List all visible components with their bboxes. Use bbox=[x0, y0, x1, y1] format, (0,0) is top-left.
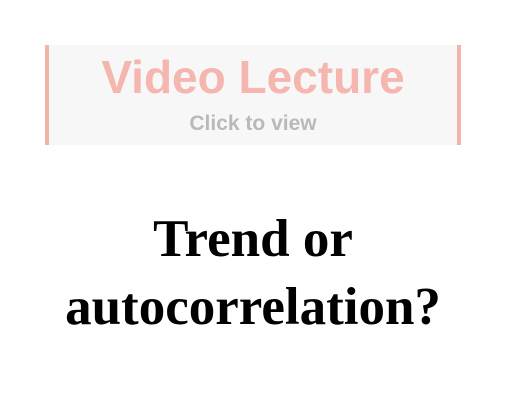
slide-title-line-2: autocorrelation? bbox=[65, 278, 441, 336]
slide-title: Trend or autocorrelation? bbox=[0, 205, 506, 341]
video-lecture-link[interactable]: Video Lecture Click to view bbox=[45, 45, 461, 145]
slide-title-line-1: Trend or bbox=[153, 210, 353, 268]
click-to-view-label: Click to view bbox=[189, 112, 317, 135]
video-lecture-title: Video Lecture bbox=[101, 51, 405, 103]
